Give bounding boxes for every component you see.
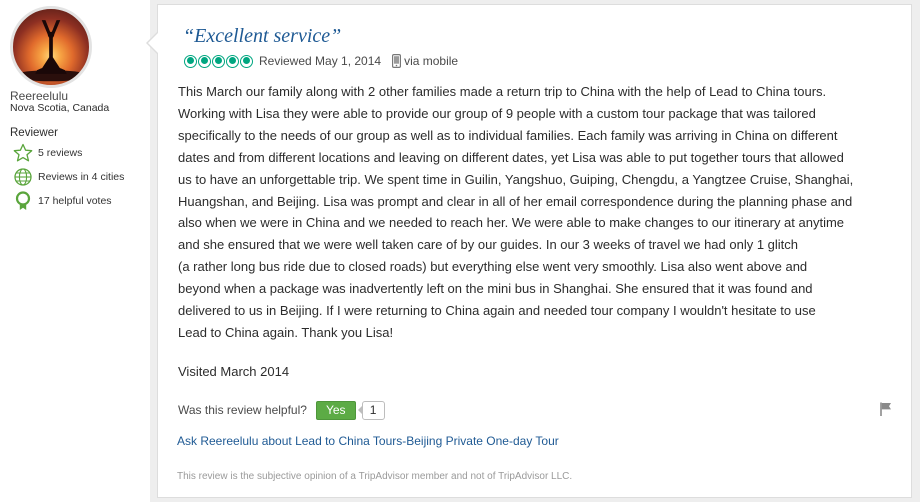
review-body-line: also when we were in China and we needed… bbox=[178, 215, 845, 231]
helpful-count: 1 bbox=[357, 400, 385, 420]
helpful-yes-button[interactable]: Yes bbox=[315, 400, 356, 420]
review-body-line: This March our family along with 2 other… bbox=[178, 84, 827, 99]
stat-cities[interactable]: Reviews in 4 cities bbox=[12, 167, 124, 187]
review-body-line: us to have an unforgettable trip. We spe… bbox=[178, 171, 854, 187]
rating-bubble-icon bbox=[184, 54, 197, 68]
ribbon-icon bbox=[12, 191, 34, 211]
review-body-line: delivered to us in Beijing. If I were re… bbox=[178, 303, 816, 319]
review-body-line: and she ensured that we were well taken … bbox=[178, 237, 799, 253]
via-mobile: via mobile bbox=[392, 54, 458, 68]
helpful-row: Was this review helpful? Yes 1 bbox=[178, 400, 385, 420]
reviewer-location: Nova Scotia, Canada bbox=[10, 102, 110, 114]
globe-icon bbox=[12, 167, 34, 187]
mobile-phone-icon bbox=[392, 54, 402, 68]
ask-reviewer-link[interactable]: Ask Reereelulu about Lead to China Tours… bbox=[177, 434, 559, 448]
review-disclaimer: This review is the subjective opinion of… bbox=[177, 471, 573, 482]
reviewer-username[interactable]: Reereelulu bbox=[10, 89, 68, 103]
bubble-rating bbox=[184, 54, 254, 68]
via-mobile-label: via mobile bbox=[404, 54, 459, 68]
avatar[interactable] bbox=[10, 6, 92, 88]
rating-bubble-icon bbox=[198, 54, 211, 68]
avatar-silhouette-image bbox=[13, 20, 89, 82]
reviewer-profile: Reereelulu Nova Scotia, Canada Reviewer … bbox=[0, 0, 150, 502]
reviewer-badge-title: Reviewer bbox=[10, 127, 58, 139]
review-body-line: (a rather long bus ride due to closed ro… bbox=[178, 259, 808, 275]
reviewed-date: Reviewed May 1, 2014 bbox=[259, 54, 382, 68]
stat-helpful-votes[interactable]: 17 helpful votes bbox=[12, 191, 112, 211]
review-body-line: Huangshan, and Beijing. Lisa was prompt … bbox=[178, 193, 853, 209]
card-pointer bbox=[148, 33, 158, 53]
stat-helpful-votes-label: 17 helpful votes bbox=[38, 195, 112, 207]
rating-bubble-icon bbox=[240, 54, 253, 68]
rating-bubble-icon bbox=[226, 54, 239, 68]
star-outline-icon bbox=[12, 143, 34, 163]
rating-bubble-icon bbox=[212, 54, 225, 68]
review-body: This March our family along with 2 other… bbox=[178, 81, 898, 344]
report-flag-icon[interactable] bbox=[878, 401, 894, 417]
stat-reviews-label: 5 reviews bbox=[38, 147, 83, 159]
review-body-line: beyond when a package was inadvertently … bbox=[178, 281, 813, 297]
review-body-line: Working with Lisa they were able to prov… bbox=[178, 105, 816, 121]
stat-reviews[interactable]: 5 reviews bbox=[12, 143, 82, 163]
stat-cities-label: Reviews in 4 cities bbox=[38, 171, 125, 183]
review-title[interactable]: “Excellent service” bbox=[183, 25, 341, 48]
review-meta: Reviewed May 1, 2014 via mobile bbox=[184, 53, 458, 69]
visited-date: Visited March 2014 bbox=[178, 364, 290, 379]
helpful-question: Was this review helpful? bbox=[178, 403, 307, 417]
review-body-line: Lead to China again. Thank you Lisa! bbox=[178, 324, 394, 340]
review-card: “Excellent service” Reviewed May 1, 2014… bbox=[157, 4, 912, 498]
review-body-line: dates and from different locations and l… bbox=[178, 149, 844, 165]
review-body-line: specifically to the needs of our group a… bbox=[178, 127, 838, 143]
